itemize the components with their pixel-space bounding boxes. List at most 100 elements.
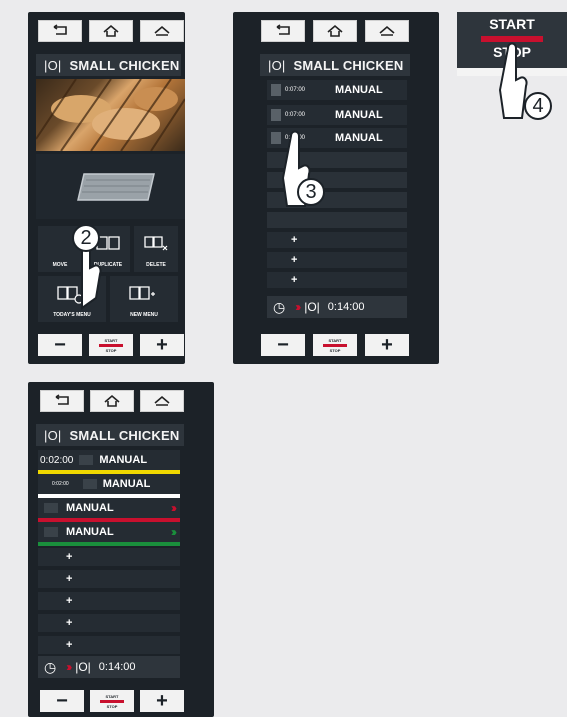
phase-row[interactable]: MANUAL ››› bbox=[38, 498, 180, 518]
progress-chevrons-icon: ››› bbox=[66, 660, 72, 674]
home-button[interactable] bbox=[140, 390, 184, 412]
step-number: 4 bbox=[532, 94, 544, 117]
phase-row-active[interactable]: 0:02:00 MANUAL bbox=[38, 450, 180, 470]
step-badge-2: 2 bbox=[72, 224, 100, 252]
step-number: 3 bbox=[305, 180, 317, 203]
cutlery-icon: |O| bbox=[304, 300, 320, 314]
minus-button[interactable]: − bbox=[40, 690, 84, 712]
home-recipes-button[interactable] bbox=[89, 20, 133, 42]
panel-phase-list: |O| SMALL CHICKEN 0:07:00 MANUAL 0:07:00… bbox=[233, 12, 439, 364]
home-book-icon bbox=[327, 24, 343, 37]
chevrons-green-icon: ››› bbox=[171, 525, 177, 539]
start-stop-button[interactable]: START STOP bbox=[89, 334, 133, 356]
phase-row[interactable]: MANUAL ››› bbox=[38, 522, 180, 542]
minus-button[interactable]: − bbox=[261, 334, 305, 356]
home-icon bbox=[154, 25, 170, 36]
add-phase-row[interactable]: + bbox=[38, 570, 180, 588]
new-menu-label: NEW MENU bbox=[130, 312, 158, 318]
phase-row[interactable]: 0:07:00 MANUAL bbox=[267, 105, 407, 125]
plus-button[interactable]: + bbox=[365, 334, 409, 356]
phase-icon bbox=[82, 479, 97, 489]
add-phase-row[interactable]: + bbox=[267, 232, 407, 248]
add-phase-row[interactable]: + bbox=[38, 636, 180, 654]
plus-sign: + bbox=[291, 254, 298, 266]
recipe-title: |O| SMALL CHICKEN bbox=[36, 424, 184, 446]
recipe-title: |O| SMALL CHICKEN bbox=[36, 54, 181, 76]
phase-label: MANUAL bbox=[66, 502, 114, 514]
start-stop-button[interactable]: START STOP bbox=[90, 690, 134, 712]
divider bbox=[100, 699, 124, 703]
back-button[interactable] bbox=[40, 390, 84, 412]
phase-time: 0:02:00 bbox=[40, 454, 74, 466]
plus-label: + bbox=[156, 334, 168, 356]
phase-row[interactable]: 0:02:00 MANUAL bbox=[38, 474, 180, 494]
home-recipes-button[interactable] bbox=[90, 390, 134, 412]
add-phase-row[interactable]: + bbox=[38, 592, 180, 610]
divider bbox=[99, 343, 123, 347]
phase-time: 0:07:00 bbox=[285, 112, 306, 118]
plus-button[interactable]: + bbox=[140, 334, 184, 356]
chevrons-red-icon: ››› bbox=[171, 501, 177, 515]
add-phase-row[interactable]: + bbox=[38, 614, 180, 632]
phase-time: 0:02:00 bbox=[52, 481, 69, 487]
phase-icon bbox=[271, 109, 281, 121]
home-book-icon bbox=[104, 394, 120, 407]
phase-label: MANUAL bbox=[335, 84, 383, 96]
book-delete-icon bbox=[144, 236, 168, 251]
phase-row[interactable]: 0:07:00 MANUAL bbox=[267, 80, 407, 100]
home-book-icon bbox=[103, 24, 119, 37]
new-menu-button[interactable]: NEW MENU bbox=[110, 276, 178, 322]
timer-icon: ◷ bbox=[44, 658, 57, 675]
step-badge-3: 3 bbox=[297, 178, 325, 206]
home-icon bbox=[379, 25, 395, 36]
plus-sign: + bbox=[66, 639, 73, 651]
plus-sign: + bbox=[66, 617, 73, 629]
step-number: 2 bbox=[80, 226, 92, 249]
progress-chevrons-icon: ››› bbox=[295, 300, 301, 314]
phase-label: MANUAL bbox=[335, 132, 383, 144]
delete-label: DELETE bbox=[146, 262, 166, 268]
add-phase-row[interactable]: + bbox=[267, 252, 407, 268]
back-button[interactable] bbox=[38, 20, 82, 42]
minus-label: − bbox=[277, 334, 289, 356]
recipe-title-text: SMALL CHICKEN bbox=[69, 57, 180, 73]
add-phase-row[interactable]: + bbox=[267, 272, 407, 288]
plus-button[interactable]: + bbox=[140, 690, 184, 712]
home-recipes-button[interactable] bbox=[313, 20, 357, 42]
home-button[interactable] bbox=[365, 20, 409, 42]
add-phase-row[interactable]: + bbox=[38, 548, 180, 566]
panel-recipe-edit: |O| SMALL CHICKEN MOVE DUPLICATE DELETE … bbox=[28, 12, 185, 364]
start-label: START bbox=[104, 337, 118, 343]
plus-label: + bbox=[156, 690, 168, 712]
phase-progress-green bbox=[38, 542, 180, 546]
phase-time: 0:07:00 bbox=[285, 87, 306, 93]
cutlery-icon: |O| bbox=[268, 57, 286, 73]
total-time-bar: ◷ ››› |O| 0:14:00 bbox=[38, 656, 180, 678]
panel-running: |O| SMALL CHICKEN 0:02:00 MANUAL 0:02:00… bbox=[28, 382, 214, 717]
timer-icon: ◷ bbox=[273, 298, 286, 315]
divider bbox=[323, 343, 347, 347]
phase-icon bbox=[44, 503, 58, 513]
stop-label: STOP bbox=[106, 703, 118, 709]
phase-label: MANUAL bbox=[99, 454, 148, 466]
recipe-title: |O| SMALL CHICKEN bbox=[260, 54, 410, 76]
back-icon bbox=[276, 24, 290, 35]
start-stop-button[interactable]: START STOP bbox=[313, 334, 357, 356]
plus-sign: + bbox=[291, 234, 298, 246]
phase-icon bbox=[271, 84, 281, 96]
total-time: 0:14:00 bbox=[327, 301, 365, 313]
pointing-hand-icon bbox=[281, 130, 311, 207]
plus-label: + bbox=[381, 334, 393, 356]
minus-button[interactable]: − bbox=[38, 334, 82, 356]
total-time: 0:14:00 bbox=[98, 661, 136, 673]
back-button[interactable] bbox=[261, 20, 305, 42]
start-label: START bbox=[328, 337, 342, 343]
callout-start-label: START bbox=[489, 16, 535, 32]
home-icon bbox=[154, 395, 170, 406]
phase-label: MANUAL bbox=[66, 526, 114, 538]
start-label: START bbox=[105, 693, 119, 699]
minus-label: − bbox=[54, 334, 66, 356]
home-button[interactable] bbox=[140, 20, 184, 42]
stop-label: STOP bbox=[105, 347, 117, 353]
action-delete-button[interactable]: DELETE bbox=[134, 226, 178, 272]
